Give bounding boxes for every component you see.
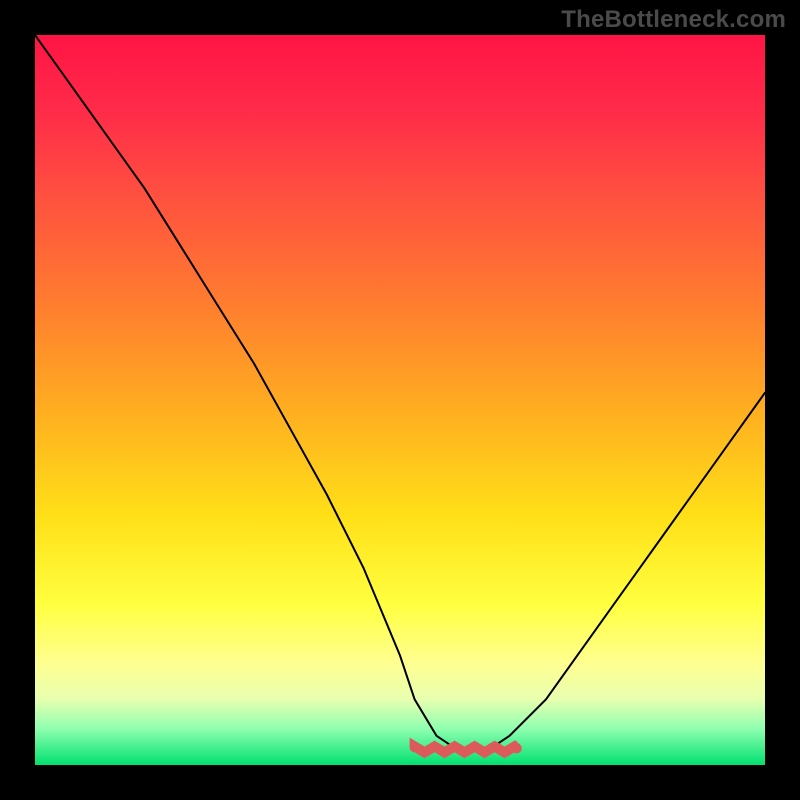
bottleneck-curve [35, 35, 765, 750]
curve-layer [35, 35, 765, 765]
optimal-band-marker [415, 746, 517, 752]
watermark-text: TheBottleneck.com [561, 6, 786, 34]
plot-area [35, 35, 765, 765]
chart-frame: TheBottleneck.com [0, 0, 800, 800]
